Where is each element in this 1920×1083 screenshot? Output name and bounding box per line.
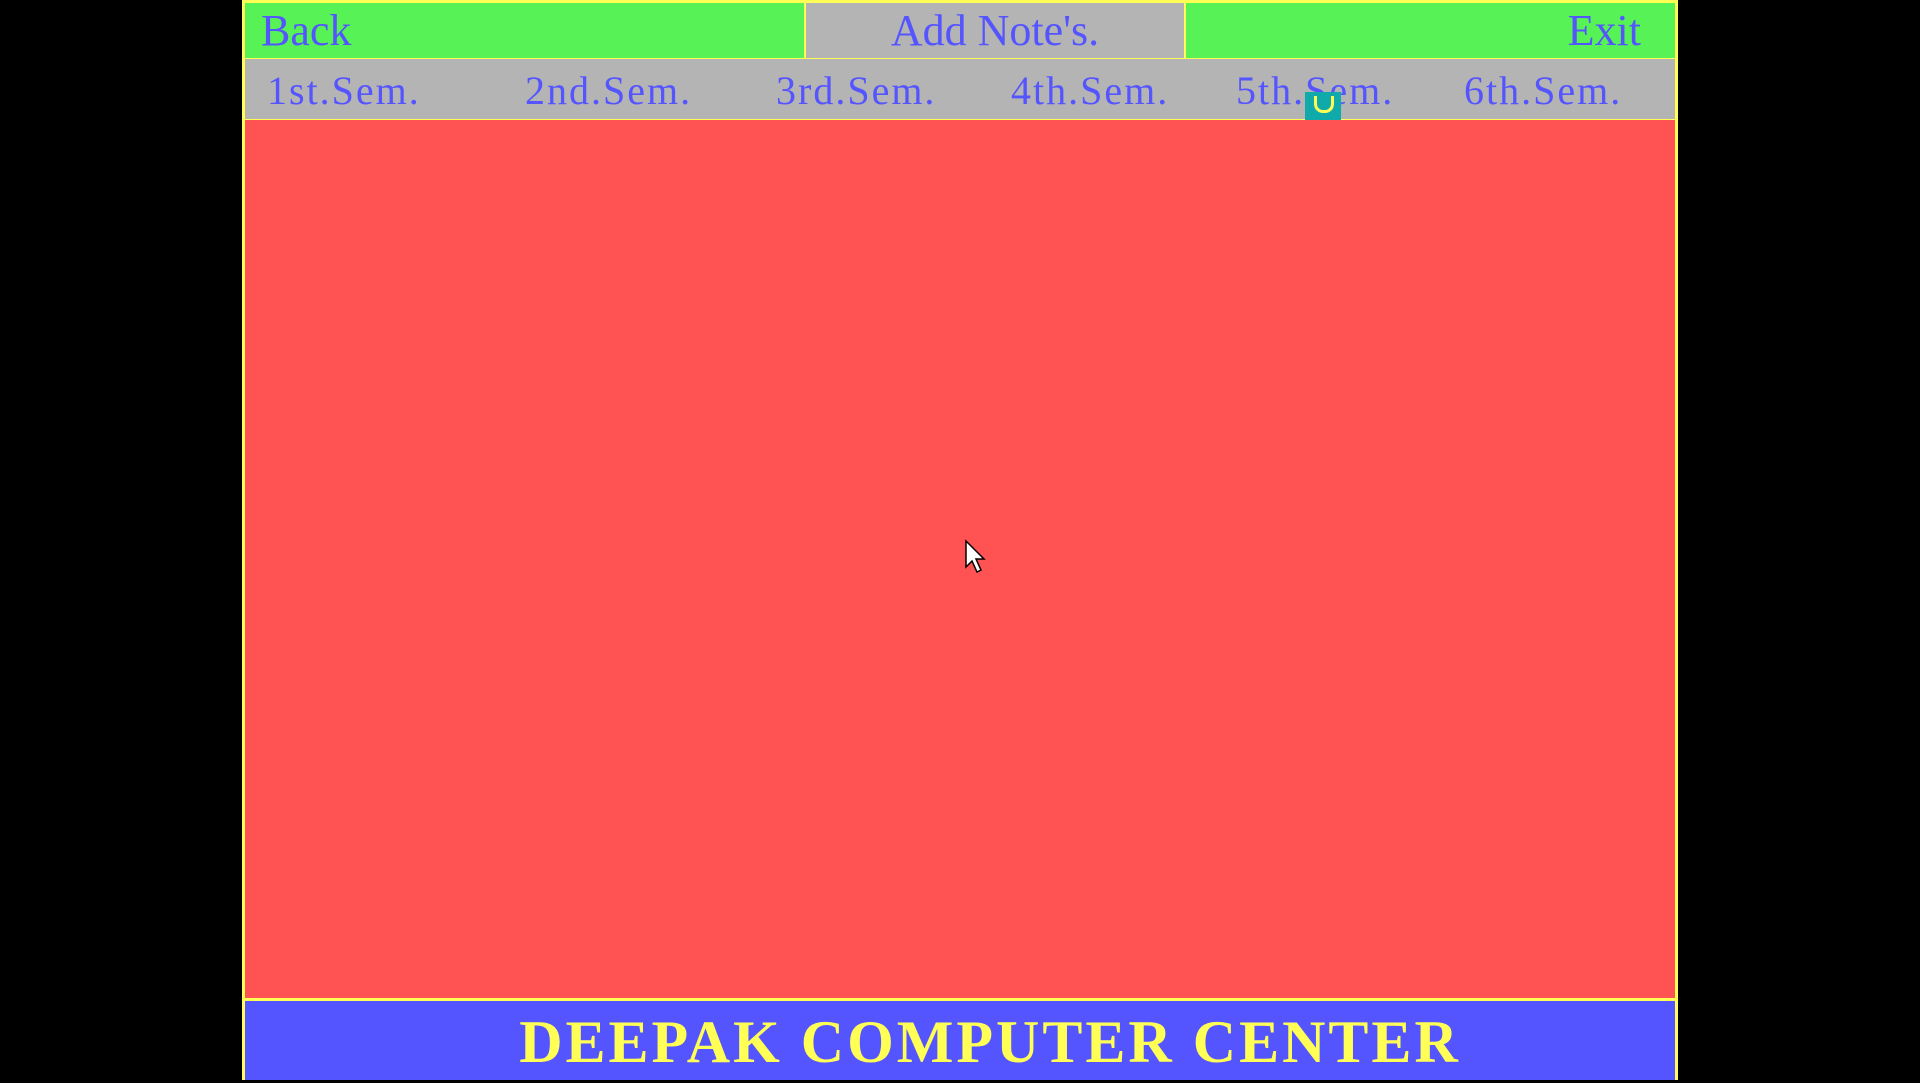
semester-item-2[interactable]: 2nd.Sem. xyxy=(525,59,692,119)
back-button[interactable]: Back xyxy=(261,3,351,58)
exit-button[interactable]: Exit xyxy=(1568,3,1641,58)
footer-title: DEEPAK COMPUTER CENTER xyxy=(519,1009,1461,1075)
semester-item-4[interactable]: 4th.Sem. xyxy=(1011,59,1169,119)
app-window: Back Add Note's. Exit 1st.Sem. 2nd.Sem. … xyxy=(242,0,1678,1080)
semester-item-3[interactable]: 3rd.Sem. xyxy=(776,59,936,119)
semester-item-1[interactable]: 1st.Sem. xyxy=(267,59,421,119)
dos-screen: Back Add Note's. Exit 1st.Sem. 2nd.Sem. … xyxy=(0,0,1920,1080)
top-menu-bar: Back Add Note's. Exit xyxy=(242,0,1678,61)
footer-banner: DEEPAK COMPUTER CENTER xyxy=(242,998,1678,1080)
semester-menu-bar: 1st.Sem. 2nd.Sem. 3rd.Sem. 4th.Sem. 5th.… xyxy=(242,59,1678,122)
mouse-pointer-icon xyxy=(965,539,986,574)
semester-item-6[interactable]: 6th.Sem. xyxy=(1464,59,1622,119)
add-notes-button[interactable]: Add Note's. xyxy=(804,3,1186,58)
content-area[interactable] xyxy=(242,120,1678,1000)
